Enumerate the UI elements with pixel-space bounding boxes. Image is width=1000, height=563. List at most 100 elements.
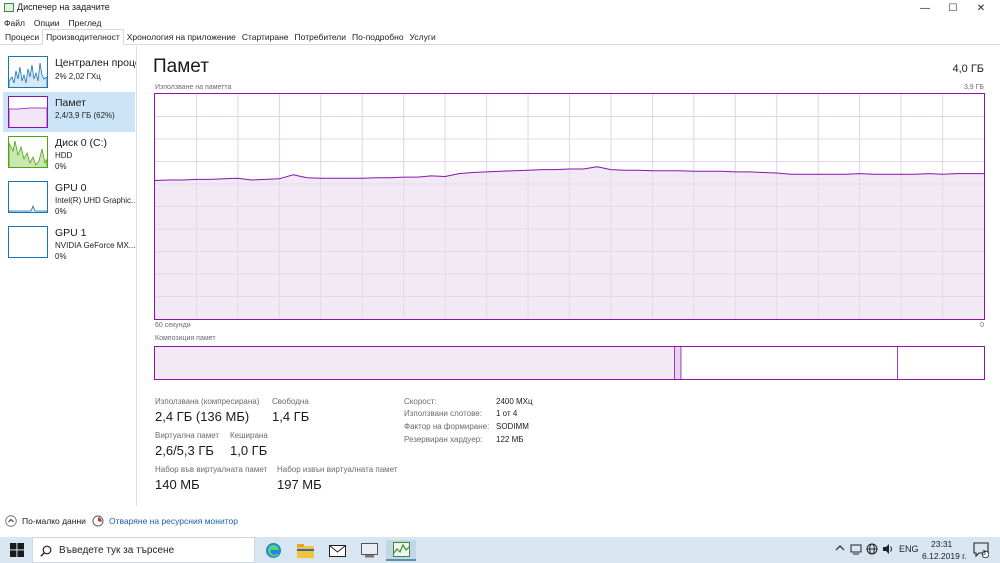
composition-modified [674, 347, 681, 379]
sidebar-item-sub: 2% 2,02 ГХц [55, 72, 101, 81]
sidebar-item-sub: Intel(R) UHD Graphic... [55, 196, 135, 205]
chart-time-right: 0 [980, 322, 984, 329]
taskbar-file-explorer[interactable] [290, 540, 320, 561]
in-use-value: 2,4 ГБ (136 МБ) [155, 409, 250, 424]
taskbar-edge[interactable] [258, 540, 288, 561]
taskbar-task-manager[interactable] [386, 540, 416, 561]
tab-processes[interactable]: Процеси [2, 30, 42, 45]
cpu-graph-icon [8, 56, 48, 88]
in-use-label: Използвана (компресирана) [155, 397, 260, 406]
disk-graph-icon [8, 136, 48, 168]
paged-pool-value: 140 МБ [155, 477, 200, 492]
composition-free [897, 347, 984, 379]
tab-performance[interactable]: Производителност [42, 29, 124, 45]
composition-in-use [155, 347, 675, 379]
tray-globe[interactable] [866, 543, 878, 557]
resource-monitor-link[interactable]: Отваряне на ресурсния монитор [92, 515, 238, 527]
folder-icon [296, 543, 314, 558]
memory-usage-chart [154, 93, 985, 320]
tab-bar: Процеси Производителност Хронология на п… [0, 29, 1000, 45]
notification-count: 3 [982, 550, 986, 557]
sidebar-item-cpu[interactable]: Централен процесор 2% 2,02 ГХц [3, 52, 136, 92]
sidebar-item-sub: NVIDIA GeForce MX... [55, 241, 135, 250]
form-factor-value: SODIMM [496, 422, 529, 431]
cached-label: Кеширана [230, 431, 268, 440]
menu-bar: Файл Опции Преглед [0, 16, 1000, 30]
sidebar-item-gpu1[interactable]: GPU 1 NVIDIA GeForce MX... 0% [3, 222, 135, 262]
memory-total: 4,0 ГБ [952, 63, 984, 75]
fewer-details-label: По-малко данни [22, 516, 86, 526]
memory-composition-label: Композиция памет [155, 335, 216, 342]
sidebar-item-sub: HDD [55, 151, 73, 160]
sidebar-item-sub: 0% [55, 162, 67, 171]
tab-app-history[interactable]: Хронология на приложение [124, 30, 239, 45]
resource-monitor-label: Отваряне на ресурсния монитор [109, 516, 238, 526]
sidebar-item-label: Памет [55, 97, 86, 109]
form-factor-label: Фактор на формиране: [404, 422, 490, 431]
speed-label: Скорост: [404, 397, 437, 406]
speaker-icon [883, 544, 892, 554]
footer: По-малко данни Отваряне на ресурсния мон… [0, 512, 1000, 532]
composition-standby [680, 347, 898, 379]
sidebar-item-sub: 2,4/3,9 ГБ (62%) [55, 111, 115, 120]
chevron-up-icon [835, 545, 845, 551]
chart-time-left: 60 секунди [155, 322, 191, 329]
tab-startup[interactable]: Стартиране [239, 30, 292, 45]
taskbar: Въведете тук за търсене ENG 23:31 6.12.2… [0, 537, 1000, 563]
task-manager-icon [392, 542, 410, 557]
sidebar-item-sub: 0% [55, 252, 67, 261]
app-window-icon [360, 543, 378, 558]
taskbar-app[interactable] [354, 540, 384, 561]
committed-value: 2,6/5,3 ГБ [155, 443, 214, 458]
title-bar: Диспечер на задачите — ☐ ✕ [0, 0, 1000, 16]
clock-time[interactable]: 23:31 [931, 539, 952, 549]
taskbar-mail[interactable] [322, 540, 352, 561]
sidebar-item-memory[interactable]: Памет 2,4/3,9 ГБ (62%) [3, 92, 135, 132]
globe-icon [866, 543, 878, 555]
show-hidden-icons-button[interactable] [835, 543, 845, 555]
search-placeholder: Въведете тук за търсене [59, 545, 175, 556]
start-button[interactable] [2, 539, 32, 560]
available-value: 1,4 ГБ [272, 409, 310, 424]
sidebar-item-sub: 0% [55, 207, 67, 216]
tray-network[interactable] [850, 543, 862, 557]
gpu-graph-icon [8, 226, 48, 258]
resource-monitor-icon [92, 515, 104, 527]
tab-users[interactable]: Потребители [292, 30, 349, 45]
minimize-button[interactable]: — [910, 0, 940, 16]
notifications-icon [973, 542, 990, 559]
committed-label: Виртуална памет [155, 431, 220, 440]
sidebar-item-label: Диск 0 (C:) [55, 137, 107, 149]
memory-composition-bar [154, 346, 985, 380]
maximize-button[interactable]: ☐ [938, 0, 968, 16]
action-center-button[interactable] [973, 542, 990, 560]
page-title: Памет [153, 56, 209, 77]
slots-label: Използвани слотове: [404, 409, 482, 418]
language-indicator[interactable]: ENG [899, 544, 919, 554]
tray-volume[interactable] [882, 543, 894, 557]
close-button[interactable]: ✕ [966, 0, 996, 16]
menu-options[interactable]: Опции [34, 18, 60, 28]
chevron-up-icon [5, 515, 17, 527]
network-icon [850, 544, 862, 555]
task-manager-icon [4, 3, 14, 12]
tab-services[interactable]: Услуги [407, 30, 439, 45]
clock-date[interactable]: 6.12.2019 г. [922, 551, 967, 561]
resource-sidebar: Централен процесор 2% 2,02 ГХц Памет 2,4… [0, 46, 137, 506]
menu-file[interactable]: Файл [4, 18, 25, 28]
cached-value: 1,0 ГБ [230, 443, 268, 458]
window-title: Диспечер на задачите [17, 2, 110, 12]
memory-max-label: 3,9 ГБ [963, 84, 984, 91]
speed-value: 2400 МХц [496, 397, 533, 406]
available-label: Свободна [272, 397, 309, 406]
taskbar-search[interactable]: Въведете тук за търсене [32, 537, 255, 563]
sidebar-item-disk[interactable]: Диск 0 (C:) HDD 0% [3, 132, 135, 172]
tab-details[interactable]: По-подробно [349, 30, 407, 45]
memory-graph-icon [8, 96, 48, 128]
fewer-details-button[interactable]: По-малко данни [5, 515, 86, 527]
slots-value: 1 от 4 [496, 409, 518, 418]
edge-browser-icon [265, 543, 281, 558]
menu-view[interactable]: Преглед [69, 18, 102, 28]
sidebar-item-gpu0[interactable]: GPU 0 Intel(R) UHD Graphic... 0% [3, 177, 135, 217]
sidebar-item-label: GPU 0 [55, 182, 87, 194]
